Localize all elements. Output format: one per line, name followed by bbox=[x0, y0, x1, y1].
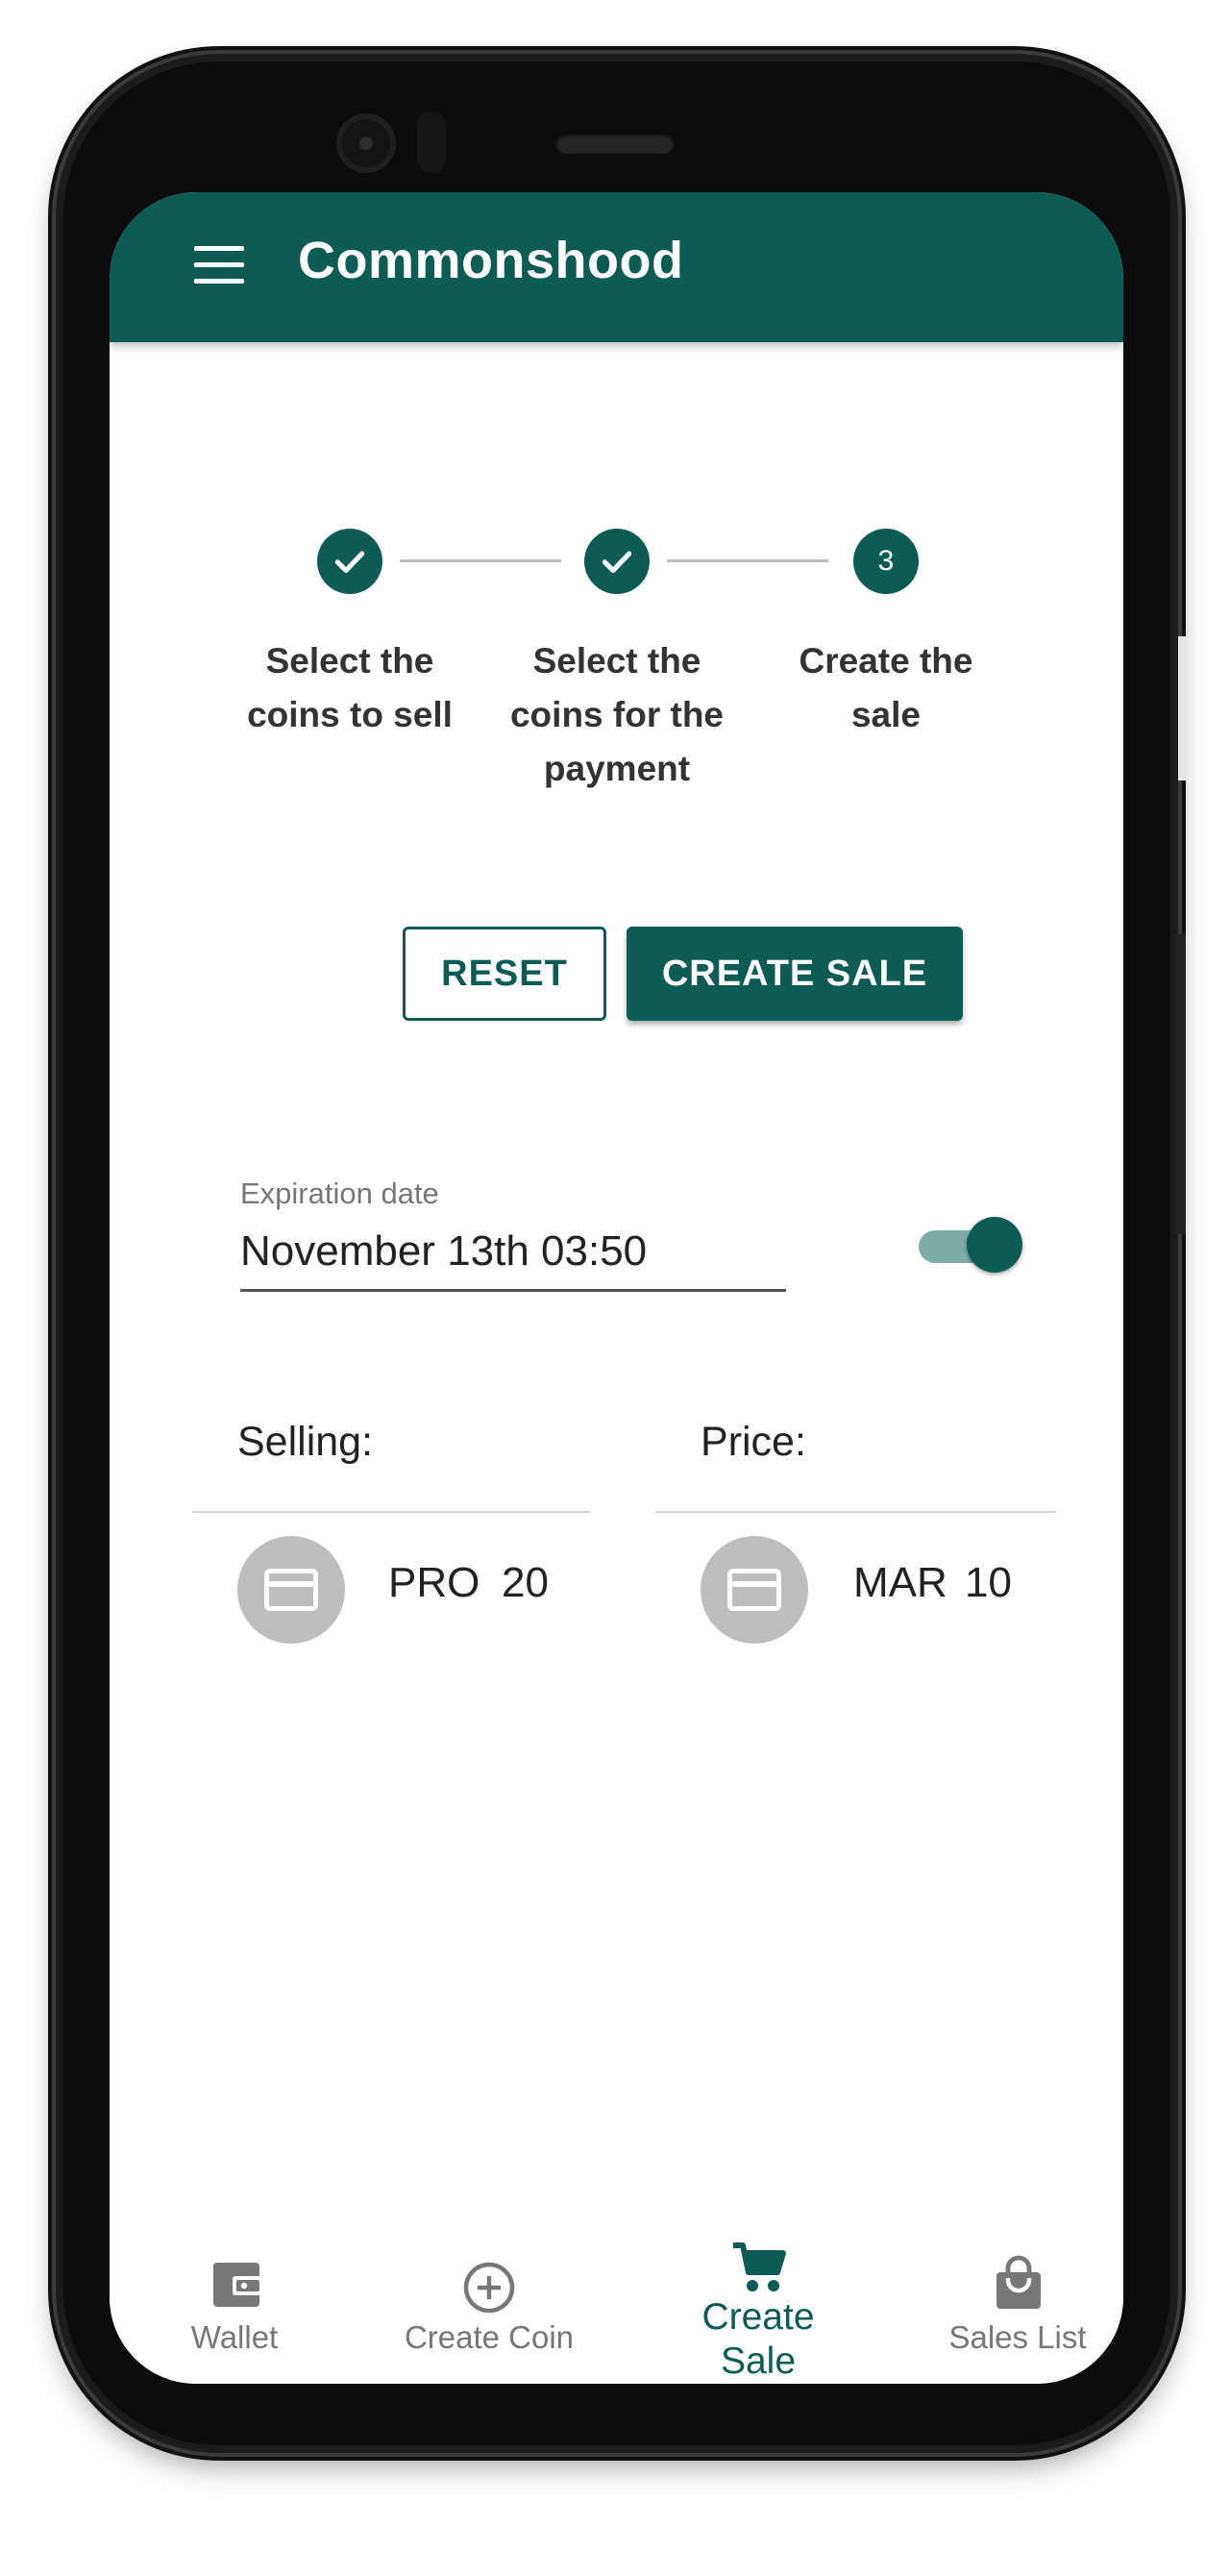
menu-icon[interactable] bbox=[194, 246, 244, 285]
step-2-check-icon bbox=[584, 529, 650, 594]
step-1-label: Select the coins to sell bbox=[247, 641, 453, 734]
step-1-check-icon bbox=[317, 529, 382, 594]
price-heading: Price: bbox=[701, 1419, 806, 1465]
step-2-label: Select the coins for the payment bbox=[509, 641, 725, 788]
price-divider bbox=[655, 1511, 1056, 1513]
front-camera bbox=[336, 113, 396, 173]
nav-wallet[interactable]: Wallet bbox=[129, 2240, 340, 2384]
nav-sales-list[interactable]: Sales List bbox=[912, 2240, 1123, 2384]
selling-coin-symbol: PRO bbox=[388, 1559, 480, 1606]
wallet-icon bbox=[213, 2263, 263, 2307]
app-screen: Commonshood 3 Select the coins to sell S… bbox=[110, 192, 1123, 2384]
credit-card-icon bbox=[264, 1569, 318, 1611]
step-connector-1 bbox=[400, 559, 561, 562]
proximity-sensor bbox=[417, 111, 446, 173]
expiration-date-field[interactable] bbox=[240, 1213, 786, 1292]
step-connector-2 bbox=[667, 559, 828, 562]
bottom-navigation: Wallet Create Coin Create Sale Sales Lis… bbox=[110, 2240, 1123, 2384]
step-3-number: 3 bbox=[853, 529, 919, 594]
nav-create-coin-label: Create Coin bbox=[404, 2319, 575, 2355]
selling-heading: Selling: bbox=[237, 1419, 374, 1465]
shopping-bag-icon bbox=[996, 2255, 1041, 2309]
price-coin-symbol: MAR bbox=[853, 1559, 947, 1606]
side-button-power bbox=[1174, 934, 1186, 1234]
selling-coin-avatar bbox=[237, 1536, 345, 1644]
nav-create-sale-label: Create Sale bbox=[701, 2296, 815, 2382]
toggle-knob bbox=[967, 1217, 1022, 1273]
credit-card-icon bbox=[727, 1569, 781, 1611]
add-circle-icon bbox=[463, 2262, 515, 2314]
app-title: Commonshood bbox=[298, 232, 684, 289]
price-coin-amount: 10 bbox=[965, 1559, 1012, 1606]
selling-divider bbox=[192, 1511, 590, 1513]
step-3-label: Create the sale bbox=[799, 641, 973, 734]
expiration-toggle[interactable] bbox=[919, 1217, 1022, 1275]
nav-sales-list-label: Sales List bbox=[948, 2319, 1087, 2355]
price-coin-avatar bbox=[701, 1536, 808, 1644]
app-bar: Commonshood bbox=[110, 192, 1123, 342]
nav-create-sale[interactable]: Create Sale bbox=[652, 2240, 864, 2384]
create-sale-button[interactable]: CREATE SALE bbox=[627, 927, 963, 1021]
earpiece-speaker bbox=[555, 133, 675, 154]
selling-coin-amount: 20 bbox=[502, 1559, 549, 1606]
cart-icon bbox=[733, 2242, 786, 2291]
reset-button[interactable]: RESET bbox=[403, 927, 606, 1021]
side-button-top bbox=[1178, 636, 1186, 780]
nav-wallet-label: Wallet bbox=[190, 2319, 279, 2355]
nav-create-coin[interactable]: Create Coin bbox=[369, 2240, 609, 2384]
expiration-date-label: Expiration date bbox=[240, 1177, 439, 1210]
